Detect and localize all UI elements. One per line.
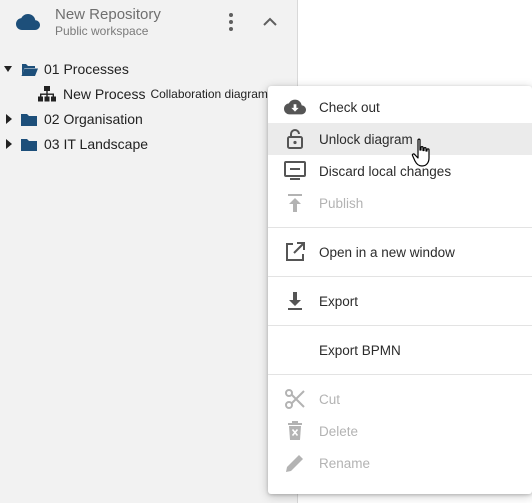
- publish-icon: [284, 192, 306, 214]
- repository-sidebar: New Repository Public workspace 01 Proce…: [0, 0, 298, 503]
- menu-item-cut[interactable]: Cut: [268, 383, 532, 415]
- tree-item-it-landscape[interactable]: 03 IT Landscape: [3, 132, 148, 156]
- download-icon: [284, 290, 306, 312]
- menu-item-label: Open in a new window: [319, 244, 455, 260]
- menu-item-label: Check out: [319, 99, 380, 115]
- tree-item-label: 01 Processes: [44, 61, 129, 77]
- menu-item-delete[interactable]: Delete: [268, 415, 532, 447]
- tree-item-sublabel: Collaboration diagram ...: [150, 87, 282, 101]
- menu-item-unlock-diagram[interactable]: Unlock diagram: [268, 123, 532, 155]
- repository-subtitle: Public workspace: [55, 24, 149, 38]
- menu-item-check-out[interactable]: Check out: [268, 91, 532, 123]
- tree-item-label: New Process: [63, 86, 146, 102]
- caret-down-icon[interactable]: [3, 63, 13, 75]
- menu-item-label: Unlock diagram: [319, 131, 413, 147]
- menu-item-discard-local-changes[interactable]: Discard local changes: [268, 155, 532, 187]
- menu-item-label: Publish: [319, 195, 364, 211]
- menu-item-label: Cut: [319, 391, 341, 407]
- open-external-icon: [284, 241, 306, 263]
- hierarchy-icon: [38, 86, 56, 102]
- scissors-icon: [284, 388, 306, 410]
- menu-divider: [268, 325, 532, 326]
- folder-icon: [21, 113, 37, 126]
- monitor-minus-icon: [284, 160, 306, 182]
- pencil-icon: [284, 452, 306, 474]
- menu-item-publish[interactable]: Publish: [268, 187, 532, 219]
- menu-item-label: Delete: [319, 423, 359, 439]
- menu-item-open-in-new-window[interactable]: Open in a new window: [268, 236, 532, 268]
- menu-divider: [268, 227, 532, 228]
- menu-divider: [268, 276, 532, 277]
- caret-right-icon[interactable]: [3, 113, 13, 125]
- context-menu: Check out Unlock diagram Discard local c…: [268, 86, 532, 494]
- menu-item-label: Discard local changes: [319, 163, 452, 179]
- tree-item-label: 03 IT Landscape: [44, 136, 149, 152]
- menu-item-rename[interactable]: Rename: [268, 447, 532, 479]
- menu-divider: [268, 374, 532, 375]
- caret-right-icon[interactable]: [3, 138, 13, 150]
- unlock-icon: [284, 128, 306, 150]
- repository-title: New Repository: [55, 6, 161, 23]
- tree-item-organisation[interactable]: 02 Organisation: [3, 107, 143, 131]
- cloud-icon: [16, 14, 40, 30]
- tree-item-processes[interactable]: 01 Processes: [3, 57, 129, 81]
- tree-item-label: 02 Organisation: [44, 111, 143, 127]
- folder-icon: [21, 138, 37, 151]
- menu-item-label: Rename: [319, 455, 371, 471]
- repository-header[interactable]: New Repository Public workspace: [0, 0, 298, 45]
- trash-icon: [284, 420, 306, 442]
- tree-item-new-process[interactable]: New Process Collaboration diagram ...: [38, 82, 281, 106]
- more-options-icon[interactable]: [222, 10, 240, 34]
- menu-item-export-bpmn[interactable]: Export BPMN: [268, 334, 532, 366]
- menu-item-label: Export BPMN: [319, 342, 401, 358]
- menu-item-label: Export: [319, 293, 359, 309]
- folder-open-icon: [21, 63, 38, 76]
- chevron-up-icon[interactable]: [260, 12, 280, 32]
- cloud-download-icon: [284, 96, 306, 118]
- menu-item-export[interactable]: Export: [268, 285, 532, 317]
